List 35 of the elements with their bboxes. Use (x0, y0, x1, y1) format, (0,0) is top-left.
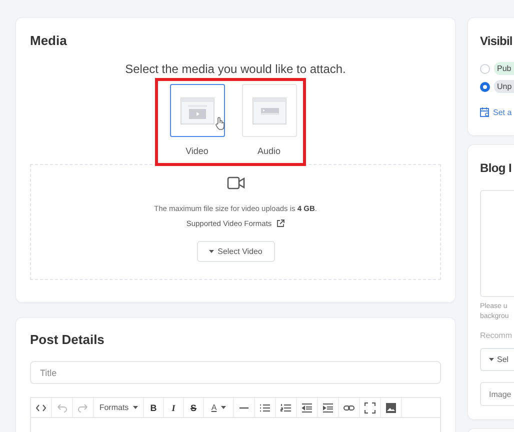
external-link-icon (276, 219, 285, 228)
media-option-label: Video (186, 146, 208, 156)
caret-icon (132, 406, 138, 410)
media-option-tile[interactable] (170, 84, 224, 137)
bullet-list-icon (259, 402, 271, 414)
video-camera-icon (226, 176, 244, 190)
image-field[interactable]: Image (480, 382, 514, 406)
fullscreen-icon (364, 402, 376, 414)
title-field[interactable]: Title (30, 361, 441, 384)
redo-icon (77, 402, 89, 414)
card-title: Media (30, 33, 68, 48)
outdent-icon (301, 402, 313, 414)
caret-icon (208, 250, 214, 254)
caret-icon (489, 358, 494, 362)
card-title: Blog I (480, 161, 513, 175)
select-image-button[interactable]: Sel (480, 348, 514, 371)
calendar-icon (480, 107, 490, 117)
hand-cursor-icon (215, 117, 226, 130)
image-icon (385, 402, 397, 414)
card-title: Visibil (480, 34, 514, 48)
media-option-label: Audio (257, 146, 281, 156)
radio-button[interactable] (480, 82, 490, 92)
select-video-button[interactable]: Select Video (196, 241, 274, 262)
prompt-text: Select the media you would like to attach. (124, 62, 347, 76)
schedule-link[interactable]: Set a (480, 107, 514, 117)
audio-thumbnail-icon (252, 96, 286, 124)
status-tag: Unp (494, 80, 514, 93)
caret-icon (220, 406, 226, 410)
card-title: Post Details (30, 332, 106, 347)
recommendation-text: Recomm (480, 331, 514, 340)
undo-icon (56, 402, 68, 414)
indent-icon (322, 402, 334, 414)
video-thumbnail-icon (180, 96, 214, 124)
numbered-list-icon (280, 402, 292, 414)
status-tag: Pub (494, 62, 514, 75)
